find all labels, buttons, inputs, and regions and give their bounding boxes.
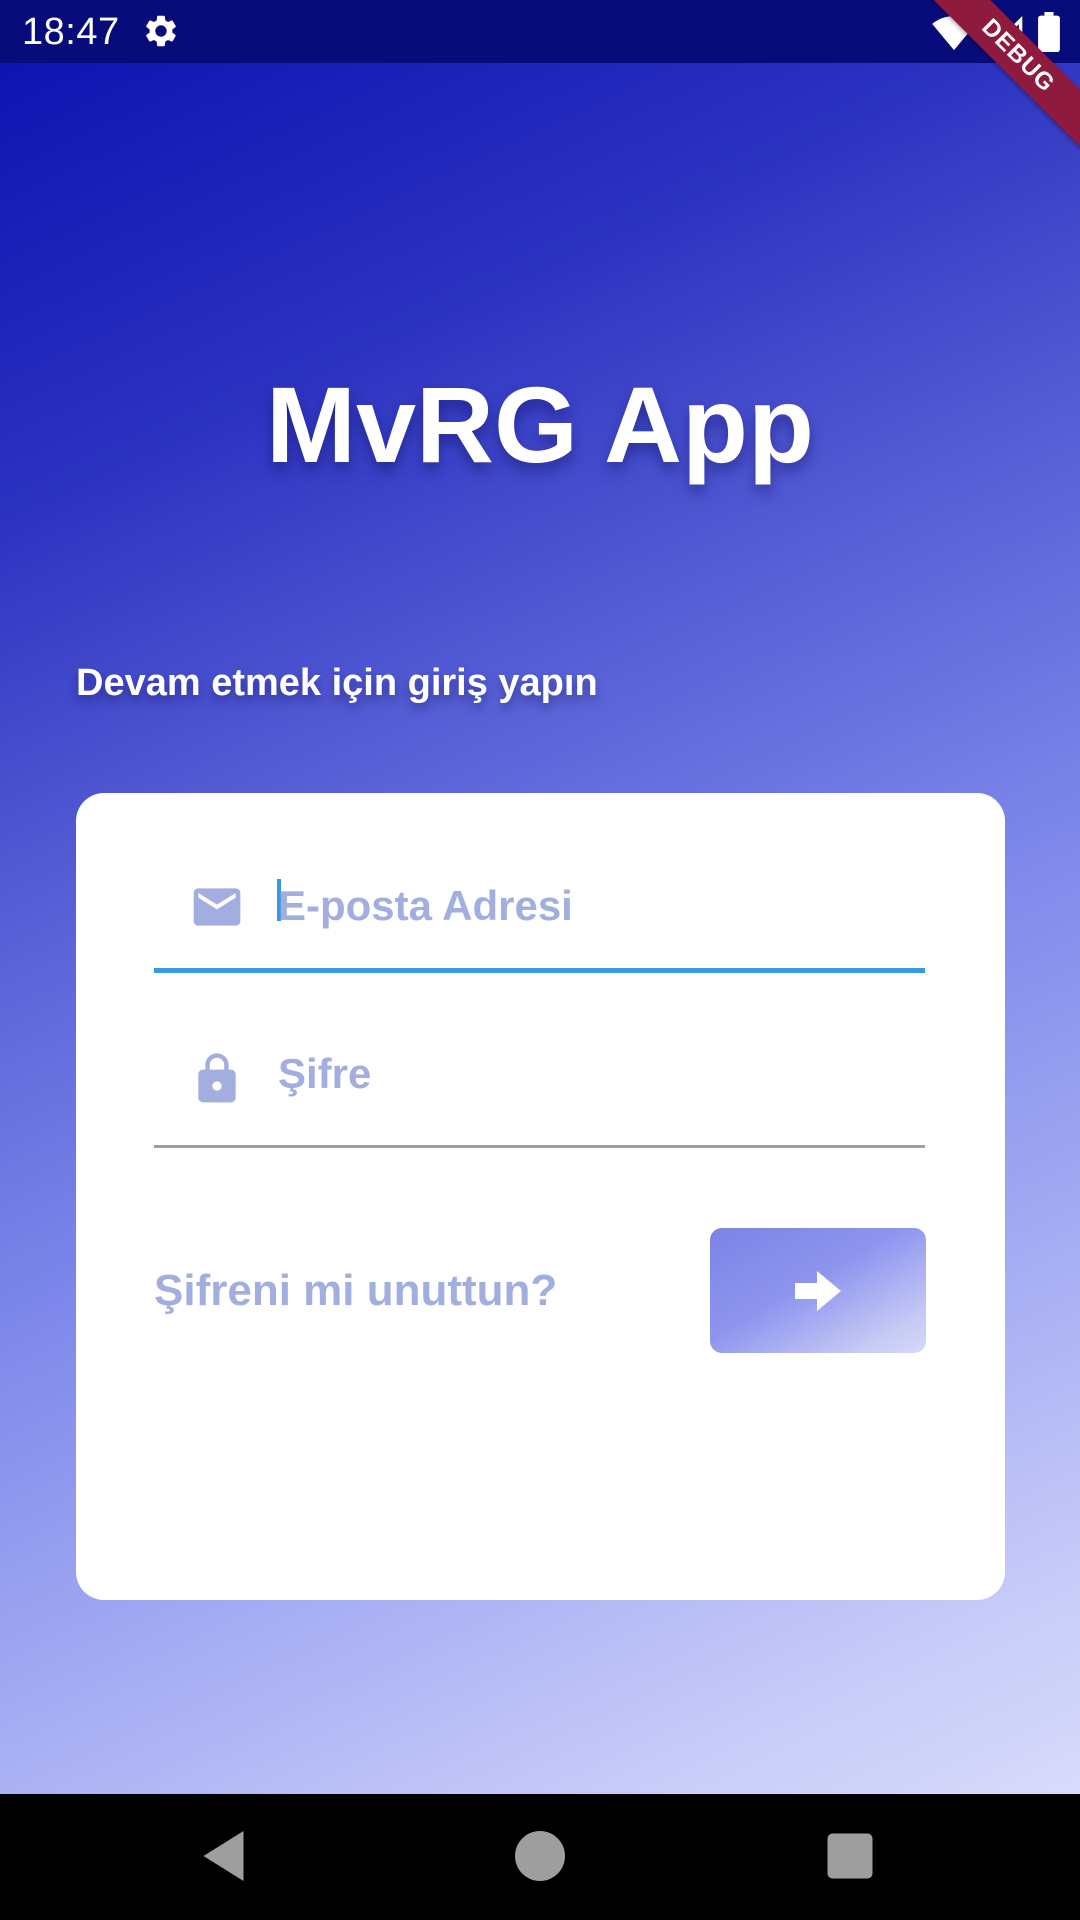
status-bar: 18:47: [0, 0, 1080, 63]
back-icon[interactable]: [196, 1826, 256, 1886]
password-input[interactable]: [278, 1039, 898, 1109]
home-icon[interactable]: [510, 1826, 570, 1886]
recents-icon[interactable]: [820, 1826, 880, 1886]
gear-icon: [146, 15, 176, 47]
login-subtitle: Devam etmek için giriş yapın: [76, 662, 598, 704]
lock-icon: [198, 1053, 236, 1103]
app-title: MvRG App: [266, 364, 814, 485]
email-icon: [193, 888, 241, 926]
app-screen: 18:47 DEBUG MvRG App Devam etmek için gi…: [0, 0, 1080, 1920]
login-submit-button[interactable]: [710, 1228, 926, 1353]
battery-icon: [1038, 12, 1060, 52]
login-card: Şifreni mi unuttun?: [76, 793, 1005, 1600]
status-time: 18:47: [22, 11, 120, 53]
arrow-right-icon: [795, 1270, 841, 1311]
password-field[interactable]: [154, 1033, 925, 1148]
forgot-password-link[interactable]: Şifreni mi unuttun?: [154, 1261, 557, 1321]
system-nav-bar: [0, 1794, 1080, 1920]
email-field[interactable]: [154, 853, 925, 973]
email-input[interactable]: [278, 871, 898, 941]
